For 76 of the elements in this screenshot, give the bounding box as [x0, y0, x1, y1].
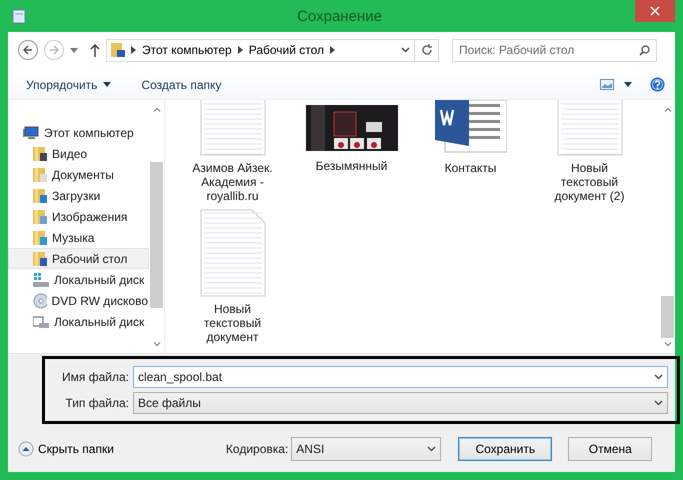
file-item[interactable]: Безымянный [292, 100, 411, 203]
sidebar-item[interactable]: Локальный диск [8, 269, 149, 290]
breadcrumb[interactable]: Рабочий стол [248, 43, 324, 57]
close-icon [650, 6, 660, 16]
filetype-label: Тип файла: [64, 396, 129, 410]
folder-icon [33, 166, 47, 182]
drive-icon [33, 314, 49, 330]
breadcrumb[interactable]: Этот компьютер [142, 43, 232, 57]
chevron-icon [131, 46, 136, 54]
folder-icon [33, 188, 47, 204]
save-button[interactable]: Сохранить [458, 437, 552, 461]
view-button[interactable] [600, 79, 632, 90]
window-title: Сохранение [297, 8, 382, 24]
text-document-icon [200, 209, 266, 297]
view-icon [600, 79, 614, 90]
folder-icon [33, 230, 47, 246]
chevron-icon [238, 46, 243, 54]
up-button[interactable] [90, 43, 100, 57]
address-bar[interactable]: Этот компьютер Рабочий стол [106, 38, 415, 62]
scroll-up-icon [664, 107, 672, 112]
folder-icon [33, 208, 47, 224]
collapse-icon [18, 441, 34, 457]
sidebar-item[interactable]: Документы [8, 164, 149, 185]
folder-icon [111, 42, 125, 58]
refresh-icon [420, 44, 432, 56]
history-button[interactable] [70, 48, 78, 52]
help-icon [650, 77, 665, 92]
sidebar-item[interactable]: Загрузки [8, 185, 149, 206]
organize-menu[interactable]: Упорядочить [26, 78, 112, 92]
refresh-button[interactable] [415, 38, 439, 62]
file-name: Новый текстовый документ (2) [554, 161, 624, 203]
encoding-dropdown[interactable]: ANSI [291, 437, 442, 461]
encoding-label: Кодировка: [226, 442, 288, 456]
new-folder-button[interactable]: Создать папку [141, 78, 222, 92]
file-name: Безымянный [316, 159, 388, 173]
sidebar-item[interactable]: Видео [8, 143, 149, 164]
close-button[interactable] [635, 0, 676, 22]
back-arrow-icon [23, 45, 33, 55]
forward-arrow-icon [49, 45, 59, 55]
scrollbar-thumb[interactable] [661, 296, 674, 338]
file-item[interactable]: Контакты [411, 100, 530, 203]
folder-icon [33, 146, 47, 162]
file-item[interactable]: Новый текстовый документ [173, 209, 292, 344]
scroll-down-icon [152, 342, 160, 347]
sidebar-item[interactable]: Изображения [8, 206, 149, 227]
computer-icon [23, 126, 39, 140]
back-button[interactable] [18, 40, 38, 60]
scroll-down-icon [664, 342, 672, 347]
filetype-dropdown[interactable]: Все файлы [133, 392, 668, 414]
notepad-icon [12, 8, 26, 24]
sidebar-item[interactable]: Локальный диск [8, 311, 149, 332]
chevron-icon [330, 46, 336, 54]
folder-icon [33, 250, 47, 266]
search-field[interactable]: Поиск: Рабочий стол [452, 38, 657, 62]
filename-label: Имя файла: [61, 370, 129, 384]
sidebar-item[interactable]: Рабочий стол [8, 248, 149, 269]
filename-field[interactable]: clean_spool.bat [133, 366, 668, 388]
caret-icon [103, 82, 112, 87]
file-item[interactable]: Азимов Айзек. Академия - royallib.ru [173, 100, 292, 203]
drive-icon [33, 272, 49, 288]
up-arrow-icon [90, 43, 100, 57]
caret-icon [624, 82, 632, 87]
sidebar-item[interactable]: Этот компьютер [8, 122, 149, 143]
scroll-up-icon [152, 107, 160, 112]
hide-folders-button[interactable]: Скрыть папки [18, 441, 114, 457]
scrollbar-thumb[interactable] [150, 162, 163, 308]
file-name: Контакты [444, 161, 496, 175]
caret-icon [70, 48, 78, 52]
file-name: Новый текстовый документ [204, 302, 262, 344]
search-icon [639, 44, 650, 56]
sidebar-item[interactable]: DVD RW дисково [8, 290, 149, 311]
cancel-button[interactable]: Отмена [568, 437, 652, 461]
help-button[interactable] [650, 77, 665, 92]
sidebar-item[interactable]: Музыка [8, 227, 149, 248]
file-item[interactable]: Новый текстовый документ (2) [530, 100, 649, 203]
file-name: Азимов Айзек. Академия - royallib.ru [192, 161, 273, 203]
